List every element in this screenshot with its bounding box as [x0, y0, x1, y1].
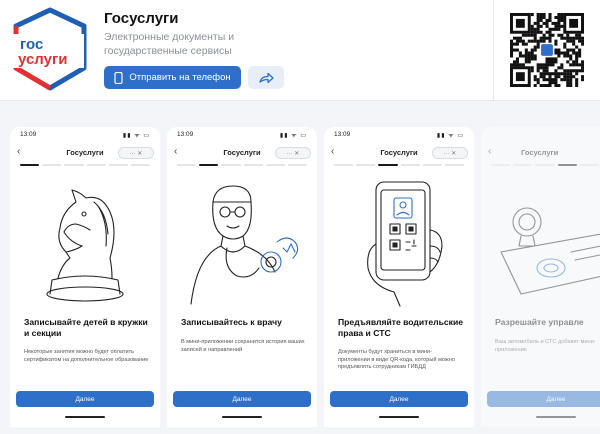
screen-card: ‹ Госуслуги Разрешайте управле Ваш автом… [481, 127, 600, 427]
status-icons: ▮▮ ᯤ ▭ [279, 133, 307, 139]
home-indicator [65, 416, 105, 418]
status-icons: ▮▮ ᯤ ▭ [122, 133, 150, 139]
card-description: Документы будут храниться в мини-приложе… [338, 349, 455, 370]
status-time: 13:09 [334, 131, 351, 138]
mini-app-navbar: ‹ Госуслуги [481, 145, 600, 161]
share-button[interactable] [248, 66, 284, 89]
chess-knight-illustration [10, 172, 160, 307]
card-description: В мини-приложении сохранится история ваш… [181, 339, 305, 353]
app-title: Госуслуги [104, 10, 179, 27]
mini-app-navbar: ‹ Госуслуги ··· ✕ [167, 145, 317, 161]
status-time: 13:09 [177, 131, 194, 138]
card-description: Некоторые занятия можно будет оплатить с… [24, 349, 149, 363]
send-to-phone-button[interactable]: Отправить на телефон [104, 66, 241, 89]
home-indicator [379, 416, 419, 418]
menu-close-pill[interactable]: ··· ✕ [432, 147, 468, 159]
screen-card: 13:09 ▮▮ ᯤ ▭ ‹ Госуслуги ··· ✕ Записывай… [167, 127, 317, 427]
qr-code-panel [493, 0, 600, 100]
mini-app-navbar: ‹ Госуслуги ··· ✕ [324, 145, 474, 161]
logo-text-uslugi: услуги [18, 51, 67, 68]
nav-title: Госуслуги [521, 148, 559, 157]
card-description: Ваш автомобиль и СТС добавят мини-прилож… [495, 339, 596, 353]
next-button[interactable]: Далее [173, 391, 311, 407]
home-indicator [536, 416, 576, 418]
screenshot-gallery[interactable]: 13:09 ▮▮ ᯤ ▭ ‹ Госуслуги ··· ✕ Записывай… [0, 100, 600, 434]
gosuslugi-logo: гос услуги [6, 4, 94, 94]
card-title: Записывайтесь к врачу [181, 317, 282, 327]
card-title: Разрешайте управле [495, 317, 584, 327]
share-arrow-icon [259, 72, 274, 83]
step-progress [491, 164, 600, 166]
send-to-phone-label: Отправить на телефон [129, 72, 231, 83]
qr-code [510, 13, 584, 87]
phone-icon [114, 71, 123, 84]
step-progress [334, 164, 465, 166]
phone-qr-illustration [324, 172, 474, 307]
step-progress [20, 164, 151, 166]
app-header: гос услуги Госуслуги Электронные докумен… [0, 0, 600, 100]
doctor-illustration [167, 172, 317, 307]
car-keys-illustration [481, 172, 600, 307]
next-button[interactable]: Далее [487, 391, 600, 407]
step-progress [177, 164, 308, 166]
mini-app-navbar: ‹ Госуслуги ··· ✕ [10, 145, 160, 161]
vk-icon [541, 44, 553, 56]
screen-card: 13:09 ▮▮ ᯤ ▭ ‹ Госуслуги ··· ✕ Предъявля… [324, 127, 474, 427]
status-icons: ▮▮ ᯤ ▭ [436, 133, 464, 139]
menu-close-pill[interactable]: ··· ✕ [275, 147, 311, 159]
screen-card: 13:09 ▮▮ ᯤ ▭ ‹ Госуслуги ··· ✕ Записывай… [10, 127, 160, 427]
home-indicator [222, 416, 262, 418]
back-chevron-icon[interactable]: ‹ [488, 146, 491, 157]
next-button[interactable]: Далее [16, 391, 154, 407]
card-title: Записывайте детей в кружки и секции [24, 317, 148, 338]
app-subtitle: Электронные документы и государственные … [104, 31, 235, 57]
next-button[interactable]: Далее [330, 391, 468, 407]
card-title: Предъявляйте водительские права и СТС [338, 317, 464, 338]
menu-close-pill[interactable]: ··· ✕ [118, 147, 154, 159]
status-time: 13:09 [20, 131, 37, 138]
